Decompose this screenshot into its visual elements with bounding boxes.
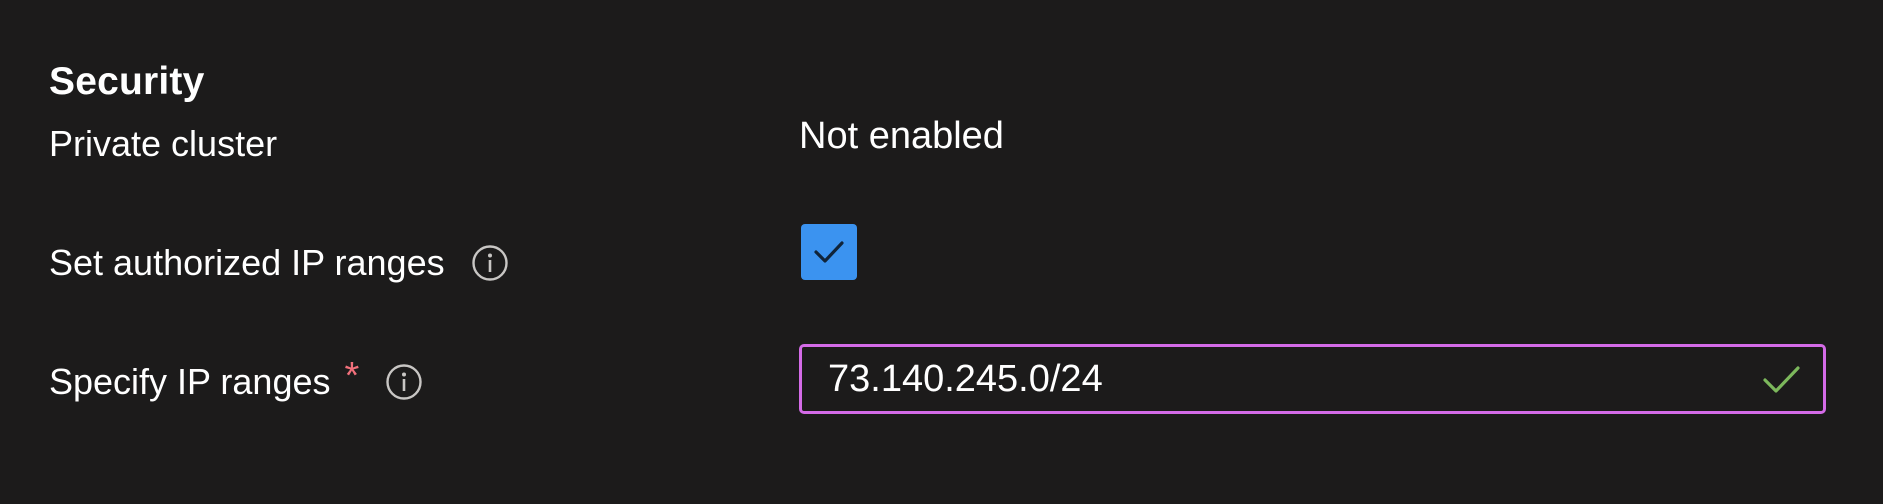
section-title: Security bbox=[49, 60, 205, 103]
checkmark-icon bbox=[814, 241, 844, 263]
authorized-ip-checkbox[interactable] bbox=[801, 224, 857, 280]
authorized-ip-row: Set authorized IP ranges bbox=[49, 238, 509, 288]
private-cluster-value: Not enabled bbox=[799, 115, 1004, 157]
ip-ranges-label: Specify IP ranges bbox=[49, 361, 331, 402]
info-icon[interactable] bbox=[385, 363, 423, 401]
ip-ranges-value[interactable]: 73.140.245.0/24 bbox=[802, 354, 1759, 404]
checkmark-icon bbox=[1759, 357, 1803, 401]
authorized-ip-label: Set authorized IP ranges bbox=[49, 242, 445, 283]
ip-ranges-row: Specify IP ranges * bbox=[49, 357, 423, 407]
private-cluster-label: Private cluster bbox=[49, 123, 278, 164]
private-cluster-row: Private cluster bbox=[49, 119, 277, 169]
info-icon[interactable] bbox=[471, 244, 509, 282]
ip-ranges-input[interactable]: 73.140.245.0/24 bbox=[799, 344, 1826, 414]
required-marker: * bbox=[344, 355, 360, 397]
